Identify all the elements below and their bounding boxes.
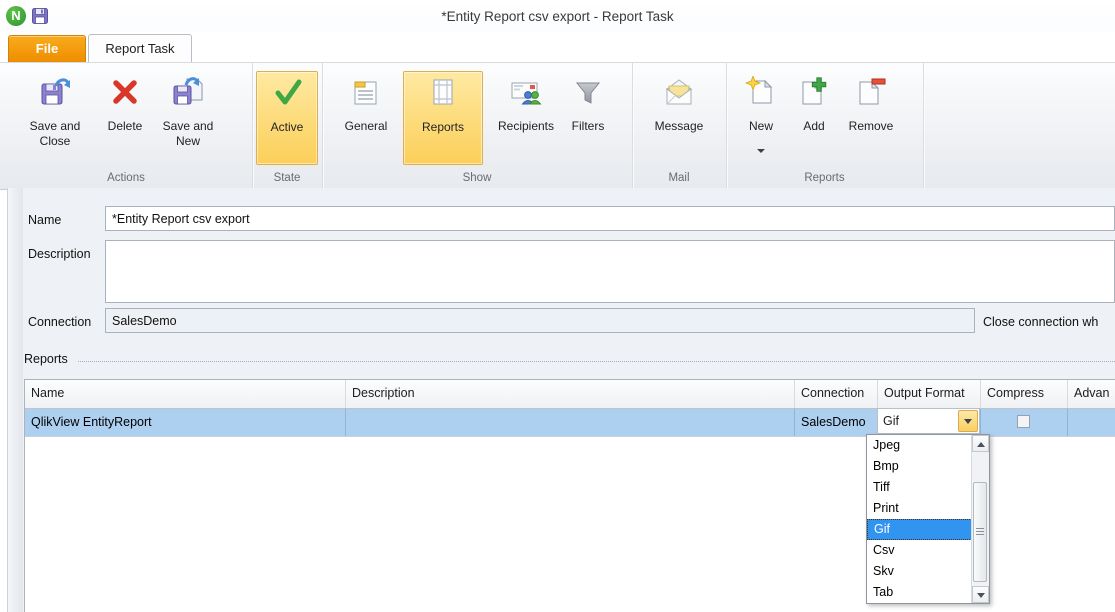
show-general-button[interactable]: General (333, 71, 399, 163)
group-label-reports: Reports (726, 172, 923, 184)
general-doc-icon (350, 76, 382, 108)
save-and-new-button[interactable]: Save and New (152, 71, 224, 163)
page-title: *Entity Report csv export - Report Task (0, 9, 1115, 24)
report-task-window: N *Entity Report csv export - Report Tas… (0, 0, 1115, 612)
button-label: Reports (404, 120, 482, 135)
dropdown-scrollbar[interactable] (971, 435, 989, 603)
close-connection-label: Close connection wh (983, 315, 1098, 329)
tab-file[interactable]: File (8, 35, 86, 62)
ribbon: Save and Close Delete (0, 62, 1115, 190)
show-reports-button[interactable]: Reports (403, 71, 483, 165)
cell-report-connection: SalesDemo (795, 409, 878, 436)
group-label-mail: Mail (632, 172, 726, 184)
dropdown-option-jpeg[interactable]: Jpeg (867, 435, 972, 456)
button-label: Active (257, 120, 317, 135)
dropdown-option-tiff[interactable]: Tiff (867, 477, 972, 498)
button-label: New (737, 119, 785, 134)
active-toggle-button[interactable]: Active (256, 71, 318, 165)
side-panel-splitter[interactable] (7, 188, 24, 612)
save-and-close-icon (39, 76, 71, 108)
button-label: Add (792, 119, 836, 134)
remove-report-icon (855, 76, 887, 108)
dropdown-option-skv[interactable]: Skv (867, 561, 972, 582)
reports-section-divider (78, 361, 1115, 362)
group-label-show: Show (322, 172, 632, 184)
column-header-connection[interactable]: Connection (795, 380, 878, 408)
output-format-combobox[interactable]: Gif (877, 408, 980, 434)
group-label-actions: Actions (0, 172, 252, 184)
ribbon-tab-row: File Report Task (0, 32, 1115, 62)
button-label: Save and Close (18, 119, 92, 149)
dropdown-option-gif[interactable]: Gif (867, 519, 972, 540)
connection-field[interactable] (105, 308, 975, 333)
column-header-compress[interactable]: Compress (981, 380, 1068, 408)
active-check-icon (271, 76, 303, 108)
connection-label: Connection (28, 315, 91, 329)
delete-button[interactable]: Delete (96, 71, 154, 163)
button-label: General (333, 119, 399, 134)
arrow-up-icon (977, 442, 985, 447)
new-report-icon (745, 76, 777, 108)
name-field[interactable] (105, 206, 1115, 231)
scrollbar-thumb[interactable] (973, 482, 987, 582)
ribbon-group-reports: New Add (726, 63, 924, 189)
button-label: Filters (552, 119, 624, 134)
arrow-down-icon (977, 593, 985, 598)
column-header-description[interactable]: Description (346, 380, 795, 408)
filter-funnel-icon (572, 76, 604, 108)
save-and-new-icon (172, 76, 204, 108)
dropdown-option-csv[interactable]: Csv (867, 540, 972, 561)
chevron-down-icon (964, 419, 972, 424)
output-format-dropdown-list: Jpeg Bmp Tiff Print Gif Csv Skv Tab (866, 434, 990, 604)
scroll-down-button[interactable] (972, 586, 989, 603)
reports-layout-icon (427, 76, 459, 108)
compress-checkbox[interactable] (1017, 415, 1030, 428)
reports-section-label: Reports (24, 352, 68, 366)
column-header-advanced[interactable]: Advan (1068, 380, 1115, 408)
cell-report-name: QlikView EntityReport (25, 409, 346, 436)
new-report-button[interactable]: New (737, 71, 785, 163)
dropdown-option-tab[interactable]: Tab (867, 582, 972, 603)
remove-report-button[interactable]: Remove (840, 71, 902, 163)
show-filters-button[interactable]: Filters (552, 71, 624, 163)
message-button[interactable]: Message (643, 71, 715, 163)
delete-icon (109, 76, 141, 108)
title-bar: N *Entity Report csv export - Report Tas… (0, 0, 1115, 32)
cell-advanced (1068, 409, 1115, 436)
table-header-row: Name Description Connection Output Forma… (25, 380, 1115, 409)
group-label-state: State (252, 172, 322, 184)
thumb-grip-icon (976, 528, 984, 535)
new-dropdown-caret-icon[interactable] (757, 149, 765, 153)
button-label: Save and New (152, 119, 224, 149)
name-label: Name (28, 213, 61, 227)
tab-report-task[interactable]: Report Task (88, 34, 192, 63)
ribbon-group-state: Active State (252, 63, 323, 189)
ribbon-group-actions: Save and Close Delete (0, 63, 253, 189)
button-label: Delete (96, 119, 154, 134)
ribbon-group-show: General Reports (322, 63, 633, 189)
save-and-close-button[interactable]: Save and Close (18, 71, 92, 163)
combobox-value: Gif (883, 414, 899, 428)
column-header-output-format[interactable]: Output Format (878, 380, 981, 408)
add-report-button[interactable]: Add (792, 71, 836, 163)
cell-compress (981, 409, 1068, 436)
column-header-name[interactable]: Name (25, 380, 346, 408)
description-field[interactable] (105, 240, 1115, 303)
cell-report-description (346, 409, 795, 436)
message-envelope-icon (663, 76, 695, 108)
combobox-dropdown-button[interactable] (958, 410, 978, 432)
dropdown-option-print[interactable]: Print (867, 498, 972, 519)
recipients-icon (510, 76, 542, 108)
dropdown-option-bmp[interactable]: Bmp (867, 456, 972, 477)
description-label: Description (28, 247, 91, 261)
button-label: Remove (840, 119, 902, 134)
add-report-icon (798, 76, 830, 108)
button-label: Message (643, 119, 715, 134)
scroll-up-button[interactable] (972, 435, 989, 452)
ribbon-group-mail: Message Mail (632, 63, 727, 189)
